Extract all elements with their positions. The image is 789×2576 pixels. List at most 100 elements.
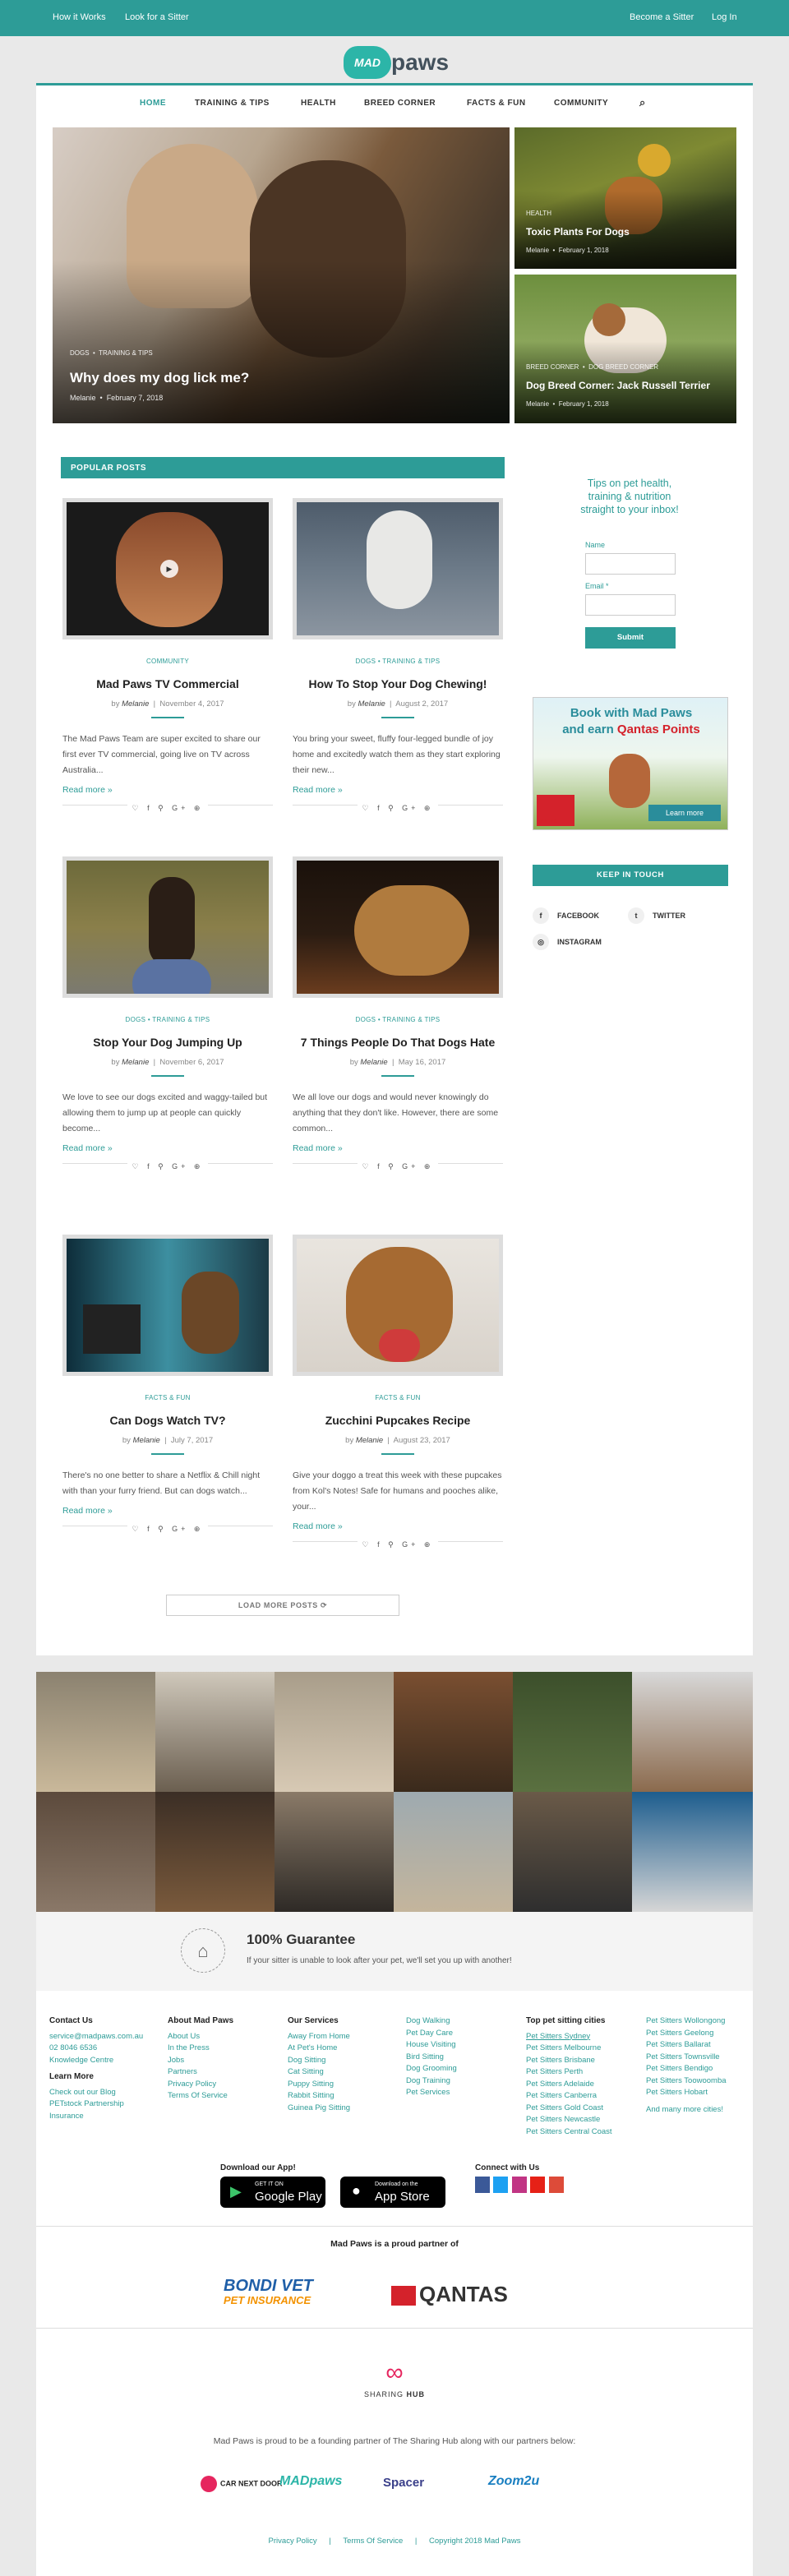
newsletter-tagline: Tips on pet health, training & nutrition… [580,478,679,515]
popular-posts-heading: POPULAR POSTS [61,457,505,478]
gallery-photo[interactable] [394,1792,513,1912]
read-more-link[interactable]: Read more » [293,1521,503,1531]
gallery-photo[interactable] [632,1672,753,1792]
google-plus-icon[interactable] [548,2177,564,2193]
post-title[interactable]: Can Dogs Watch TV? [62,1411,273,1429]
post-card: DOGS • TRAINING & TIPS How To Stop Your … [293,498,503,816]
spacer-logo[interactable]: Spacer [383,2476,424,2490]
qantas-ad-banner[interactable]: Book with Mad Paws and earn Qantas Point… [533,697,728,830]
share-icons[interactable]: ♡ f ⚲ G+ ⊕ [62,1162,273,1175]
footer-services-more: Dog Walking Pet Day Care House Visiting … [406,2016,457,2097]
sharing-hub-logo[interactable]: SHARING HUB [0,2390,789,2398]
share-icons[interactable]: ♡ f ⚲ G+ ⊕ [293,1162,503,1175]
nav-health[interactable]: HEALTH [301,99,336,108]
post-image[interactable] [293,856,503,998]
twitter-icon[interactable] [493,2177,509,2193]
twitter-link[interactable]: t TWITTER [628,907,685,924]
post-image[interactable] [62,1235,273,1376]
footer-links: Privacy Policy | Terms Of Service | Copy… [268,2537,521,2546]
hero-jack-russell[interactable]: BREED CORNER • DOG BREED CORNER Dog Bree… [514,275,736,423]
load-more-button[interactable]: LOAD MORE POSTS ⟳ [166,1595,399,1616]
look-for-sitter-link[interactable]: Look for a Sitter [125,12,189,22]
bondi-vet-logo[interactable]: BONDI VET PET INSURANCE [224,2277,313,2306]
read-more-link[interactable]: Read more » [293,1143,503,1153]
nav-breed-corner[interactable]: BREED CORNER [364,99,436,108]
footer-contact: Contact Us service@madpaws.com.au 02 804… [49,2016,144,2121]
house-icon: ⌂ [181,1928,225,1973]
post-title[interactable]: Stop Your Dog Jumping Up [62,1033,273,1051]
become-sitter-link[interactable]: Become a Sitter [630,12,694,22]
sharing-hub-icon: ∞ [385,2359,404,2386]
gallery-photo[interactable] [632,1792,753,1912]
gallery-photo[interactable] [275,1672,394,1792]
hero-main-title[interactable]: Why does my dog lick me? [70,370,249,386]
twitter-icon: t [628,907,644,924]
instagram-icon: ◎ [533,934,549,950]
instagram-gallery [36,1672,753,1912]
keep-in-touch-heading: KEEP IN TOUCH [533,865,728,886]
nav-training[interactable]: TRAINING & TIPS [195,99,270,108]
nav-facts-fun[interactable]: FACTS & FUN [467,99,526,108]
learn-more-button[interactable]: Learn more [648,805,721,821]
nav-community[interactable]: COMMUNITY [554,99,608,108]
post-card: FACTS & FUN Zucchini Pupcakes Recipe by … [293,1235,503,1553]
instagram-icon[interactable] [511,2177,527,2193]
google-play-button[interactable]: ▶ GET IT ON Google Play [220,2177,325,2208]
post-title[interactable]: Zucchini Pupcakes Recipe [293,1411,503,1429]
app-store-button[interactable]: ● Download on the App Store [340,2177,445,2208]
post-image[interactable] [62,856,273,998]
post-title[interactable]: 7 Things People Do That Dogs Hate [293,1033,503,1051]
post-image[interactable] [293,1235,503,1376]
car-next-door-logo[interactable]: CAR NEXT DOOR [201,2476,283,2492]
qantas-logo[interactable]: QANTAS [391,2282,508,2307]
post-title[interactable]: Mad Paws TV Commercial [62,675,273,693]
footer-services: Our Services Away From Home At Pet's Hom… [288,2016,351,2112]
qantas-kangaroo-icon [391,2286,416,2306]
post-card: DOGS • TRAINING & TIPS Stop Your Dog Jum… [62,856,273,1175]
submit-button[interactable]: Submit [585,627,676,649]
gallery-photo[interactable] [394,1672,513,1792]
google-play-icon: ▶ [230,2183,242,2200]
facebook-icon[interactable] [475,2177,490,2193]
facebook-link[interactable]: f FACEBOOK [533,907,599,924]
email-field[interactable] [585,594,676,616]
madpaws-partner-logo[interactable]: MADpaws [279,2474,342,2489]
post-image[interactable] [293,498,503,639]
apple-icon: ● [352,2182,361,2199]
how-it-works-link[interactable]: How it Works [53,12,106,22]
play-icon[interactable]: ▶ [160,560,178,578]
login-link[interactable]: Log In [712,12,737,22]
zoom2u-logo[interactable]: Zoom2u [488,2474,539,2489]
read-more-link[interactable]: Read more » [62,785,273,795]
read-more-link[interactable]: Read more » [62,1506,273,1516]
gallery-photo[interactable] [36,1792,155,1912]
hero-toxic-plants[interactable]: HEALTH Toxic Plants For Dogs Melanie • F… [514,127,736,269]
share-icons[interactable]: ♡ f ⚲ G+ ⊕ [62,1525,273,1537]
nav-home[interactable]: HOME [140,99,166,108]
share-icons[interactable]: ♡ f ⚲ G+ ⊕ [293,1540,503,1553]
gallery-photo[interactable] [513,1672,632,1792]
gallery-photo[interactable] [155,1672,275,1792]
post-image[interactable]: ▶ [62,498,273,639]
share-icons[interactable]: ♡ f ⚲ G+ ⊕ [62,804,273,816]
top-bar: How it Works Look for a Sitter Become a … [0,0,789,36]
youtube-icon[interactable] [530,2177,546,2193]
gallery-photo[interactable] [275,1792,394,1912]
post-card: DOGS • TRAINING & TIPS 7 Things People D… [293,856,503,1175]
facebook-icon: f [533,907,549,924]
read-more-link[interactable]: Read more » [62,1143,273,1153]
gallery-photo[interactable] [155,1792,275,1912]
name-field[interactable] [585,553,676,575]
madpaws-logo[interactable]: MAD paws [344,44,449,81]
gallery-photo[interactable] [513,1792,632,1912]
footer-cities: Top pet sitting cities Pet Sitters Sydne… [526,2016,612,2136]
post-title[interactable]: How To Stop Your Dog Chewing! [293,675,503,693]
hero-main-post[interactable]: DOGS • TRAINING & TIPS Why does my dog l… [53,127,510,423]
footer-cities-more: Pet Sitters Wollongong Pet Sitters Geelo… [646,2016,727,2114]
main-nav: HOME TRAINING & TIPS HEALTH BREED CORNER… [0,85,789,118]
instagram-link[interactable]: ◎ INSTAGRAM [533,934,602,950]
search-icon[interactable]: ⌕ [639,96,646,109]
share-icons[interactable]: ♡ f ⚲ G+ ⊕ [293,804,503,816]
read-more-link[interactable]: Read more » [293,785,503,795]
gallery-photo[interactable] [36,1672,155,1792]
